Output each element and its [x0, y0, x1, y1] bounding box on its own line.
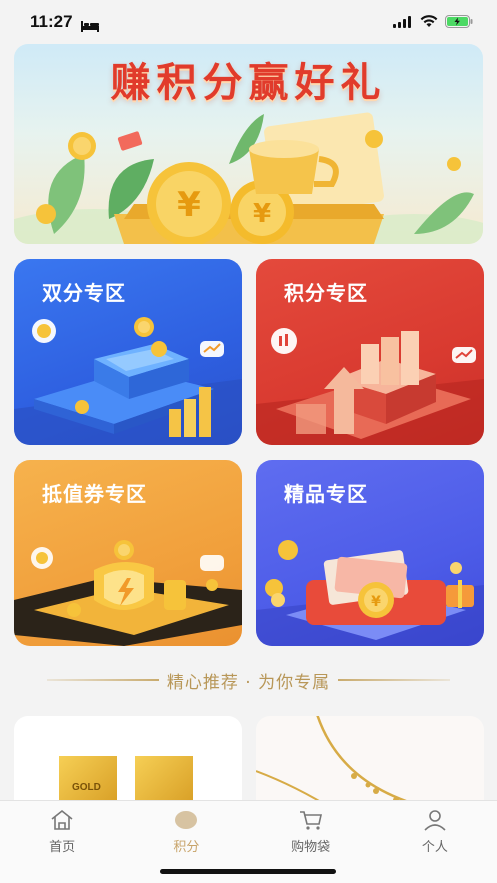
- svg-text:¥: ¥: [177, 185, 201, 225]
- tab-label: 购物袋: [291, 840, 331, 855]
- signal-icon: [393, 13, 413, 32]
- svg-text:¥: ¥: [253, 199, 271, 229]
- status-bar: 11:27: [0, 0, 497, 44]
- banner-title: 赚积分赢好礼: [110, 60, 387, 106]
- wifi-icon: [420, 13, 438, 32]
- profile-icon: [422, 809, 448, 831]
- zone-label: 精品专区: [284, 482, 368, 506]
- tab-label: 首页: [49, 840, 76, 855]
- tab-profile[interactable]: 个人: [373, 801, 497, 883]
- tab-label: 积分: [173, 840, 200, 855]
- tab-label: 个人: [421, 840, 448, 855]
- recommend-title: 精心推荐 · 为你专属: [166, 672, 331, 693]
- points-icon: [173, 809, 199, 831]
- divider-line-right: [338, 679, 451, 681]
- cart-icon: [298, 809, 324, 831]
- zone-double-points[interactable]: 双分专区: [14, 259, 242, 445]
- divider-line-left: [46, 679, 159, 681]
- zone-premium[interactable]: ¥ 精品专区: [256, 460, 484, 646]
- zone-label: 抵值券专区: [42, 482, 147, 506]
- zone-label: 双分专区: [42, 281, 126, 305]
- zone-points[interactable]: 积分专区: [256, 259, 484, 445]
- home-indicator: [160, 869, 336, 874]
- sleep-mode-icon: [80, 17, 99, 32]
- home-icon: [49, 809, 75, 831]
- battery-icon: [445, 13, 473, 32]
- promo-banner[interactable]: ¥ ¥ 赚积分赢好礼: [14, 44, 483, 244]
- zone-label: 积分专区: [284, 281, 368, 305]
- tab-home[interactable]: 首页: [0, 801, 124, 883]
- recommend-divider: 精心推荐 · 为你专属: [0, 666, 497, 694]
- svg-text:¥: ¥: [371, 594, 381, 610]
- gold-bar-text: GOLD: [72, 782, 101, 793]
- status-time: 11:27: [30, 12, 73, 31]
- zone-voucher[interactable]: 抵值券专区: [14, 460, 242, 646]
